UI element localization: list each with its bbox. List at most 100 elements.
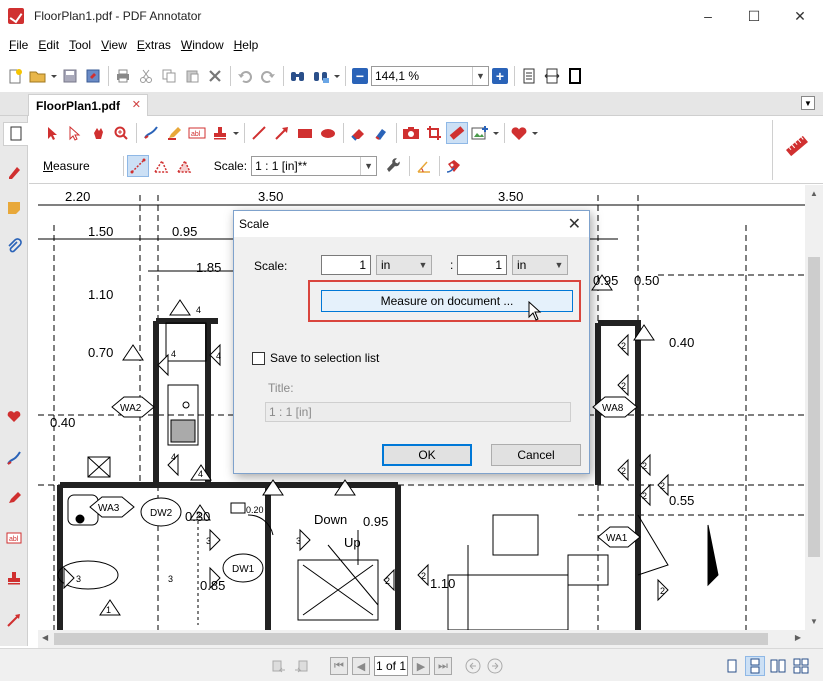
previous-view-icon[interactable] — [270, 657, 288, 675]
menu-help[interactable]: Help — [229, 36, 264, 54]
measure-distance-icon[interactable] — [126, 155, 149, 177]
print-icon[interactable] — [112, 65, 134, 87]
favorites-dropdown-icon[interactable] — [531, 122, 539, 144]
sidebar-highlighter-icon[interactable] — [3, 486, 25, 510]
scale-real-unit-select[interactable]: in ▼ — [512, 255, 568, 275]
paste-icon[interactable] — [181, 65, 203, 87]
open-folder-icon[interactable] — [27, 65, 49, 87]
image-dropdown-icon[interactable] — [492, 122, 500, 144]
delete-icon[interactable] — [204, 65, 226, 87]
wrench-settings-icon[interactable] — [383, 155, 405, 177]
chevron-down-icon[interactable]: ▼ — [472, 67, 488, 85]
save-to-list-checkbox[interactable] — [252, 351, 265, 365]
save-icon[interactable] — [59, 65, 81, 87]
cut-icon[interactable] — [135, 65, 157, 87]
scale-real-value-input[interactable]: 1 — [457, 255, 507, 275]
zoom-out-button[interactable]: − — [352, 68, 368, 84]
menu-file[interactable]: File — [4, 36, 33, 54]
textbox-tool-icon[interactable]: abl — [186, 122, 208, 144]
last-page-icon[interactable]: ⏭ — [434, 657, 452, 675]
measure-style-icon[interactable] — [443, 155, 465, 177]
dialog-close-icon[interactable]: ✕ — [568, 214, 581, 234]
chevron-down-icon[interactable]: ▼ — [360, 157, 376, 175]
single-page-view-icon[interactable] — [722, 656, 742, 676]
next-page-icon[interactable]: ▶ — [412, 657, 430, 675]
sidebar-tab-annotations-icon[interactable] — [3, 160, 25, 184]
sidebar-tab-notes-icon[interactable] — [3, 196, 25, 220]
line-tool-icon[interactable] — [248, 122, 270, 144]
two-page-view-icon[interactable] — [768, 656, 788, 676]
marker-eraser-icon[interactable] — [370, 122, 392, 144]
scroll-down-icon[interactable]: ▼ — [810, 617, 818, 626]
ellipse-tool-icon[interactable] — [317, 122, 339, 144]
save-as-icon[interactable] — [82, 65, 104, 87]
favorites-heart-icon[interactable] — [508, 122, 530, 144]
chevron-down-icon[interactable]: ▼ — [551, 256, 567, 274]
chevron-down-icon[interactable]: ▼ — [415, 256, 431, 274]
scroll-right-icon[interactable]: ▶ — [795, 633, 801, 642]
menu-edit[interactable]: Edit — [33, 36, 64, 54]
sidebar-favorites-heart-icon[interactable] — [3, 404, 25, 428]
title-input[interactable]: 1 : 1 [in] — [265, 402, 571, 422]
copy-icon[interactable] — [158, 65, 180, 87]
maximize-button[interactable]: ☐ — [731, 0, 777, 32]
find-text-icon[interactable] — [310, 65, 332, 87]
hand-icon[interactable] — [87, 122, 109, 144]
find-binoculars-icon[interactable] — [287, 65, 309, 87]
measure-perimeter-icon[interactable] — [150, 155, 172, 177]
open-dropdown-icon[interactable] — [50, 65, 58, 87]
rectangle-tool-icon[interactable] — [294, 122, 316, 144]
find-dropdown-icon[interactable] — [333, 65, 341, 87]
next-view-icon[interactable] — [292, 657, 310, 675]
arrow-tool-icon[interactable] — [271, 122, 293, 144]
crop-icon[interactable] — [423, 122, 445, 144]
stamp-tool-icon[interactable] — [209, 122, 231, 144]
sidebar-tab-attachments-icon[interactable] — [3, 234, 25, 258]
insert-image-icon[interactable] — [469, 122, 491, 144]
scale-document-unit-select[interactable]: in ▼ — [376, 255, 432, 275]
eraser-icon[interactable] — [347, 122, 369, 144]
zoom-combo[interactable]: 144,1 % ▼ — [371, 66, 489, 86]
forward-icon[interactable] — [486, 657, 504, 675]
vertical-scroll-thumb[interactable] — [808, 257, 820, 557]
previous-page-icon[interactable]: ◀ — [352, 657, 370, 675]
menu-view[interactable]: View — [96, 36, 132, 54]
cancel-button[interactable]: Cancel — [491, 444, 581, 466]
sidebar-tab-pages[interactable] — [3, 122, 28, 146]
page-number-field[interactable]: 1 of 1 — [374, 656, 408, 676]
ok-button[interactable]: OK — [382, 444, 472, 466]
measure-area-icon[interactable] — [173, 155, 195, 177]
save-to-list-row[interactable]: Save to selection list — [252, 351, 379, 365]
minimize-button[interactable]: – — [685, 0, 731, 32]
menu-tool[interactable]: Tool — [64, 36, 96, 54]
pen-tool-icon[interactable] — [140, 122, 162, 144]
close-window-button[interactable]: ✕ — [777, 0, 823, 32]
scale-document-value-input[interactable]: 1 — [321, 255, 371, 275]
horizontal-scrollbar[interactable]: ◀ ▶ — [38, 630, 805, 648]
tab-floorplan1[interactable]: FloorPlan1.pdf ✕ — [28, 94, 148, 116]
select-arrow-icon[interactable] — [41, 122, 63, 144]
tab-list-dropdown-icon[interactable]: ▼ — [801, 96, 815, 110]
sidebar-arrow-icon[interactable] — [3, 608, 25, 632]
full-screen-icon[interactable] — [564, 65, 586, 87]
fit-page-icon[interactable] — [518, 65, 540, 87]
close-tab-icon[interactable]: ✕ — [132, 98, 141, 111]
sidebar-textbox-icon[interactable]: abl — [3, 526, 25, 550]
select-text-icon[interactable] — [64, 122, 86, 144]
sidebar-pen-icon[interactable] — [3, 446, 25, 470]
menu-extras[interactable]: Extras — [132, 36, 176, 54]
angle-measure-icon[interactable] — [413, 155, 435, 177]
zoom-in-button[interactable]: + — [492, 68, 508, 84]
redo-icon[interactable] — [257, 65, 279, 87]
menu-window[interactable]: Window — [176, 36, 229, 54]
undo-icon[interactable] — [234, 65, 256, 87]
camera-icon[interactable] — [400, 122, 422, 144]
vertical-scrollbar[interactable]: ▲ ▼ — [805, 185, 823, 630]
stamp-dropdown-icon[interactable] — [232, 122, 240, 144]
new-document-icon[interactable] — [4, 65, 26, 87]
sidebar-stamp-icon[interactable] — [3, 566, 25, 590]
first-page-icon[interactable]: ⏮ — [330, 657, 348, 675]
scroll-left-icon[interactable]: ◀ — [42, 633, 48, 642]
two-page-continuous-view-icon[interactable] — [791, 656, 811, 676]
horizontal-scroll-thumb[interactable] — [54, 633, 768, 645]
